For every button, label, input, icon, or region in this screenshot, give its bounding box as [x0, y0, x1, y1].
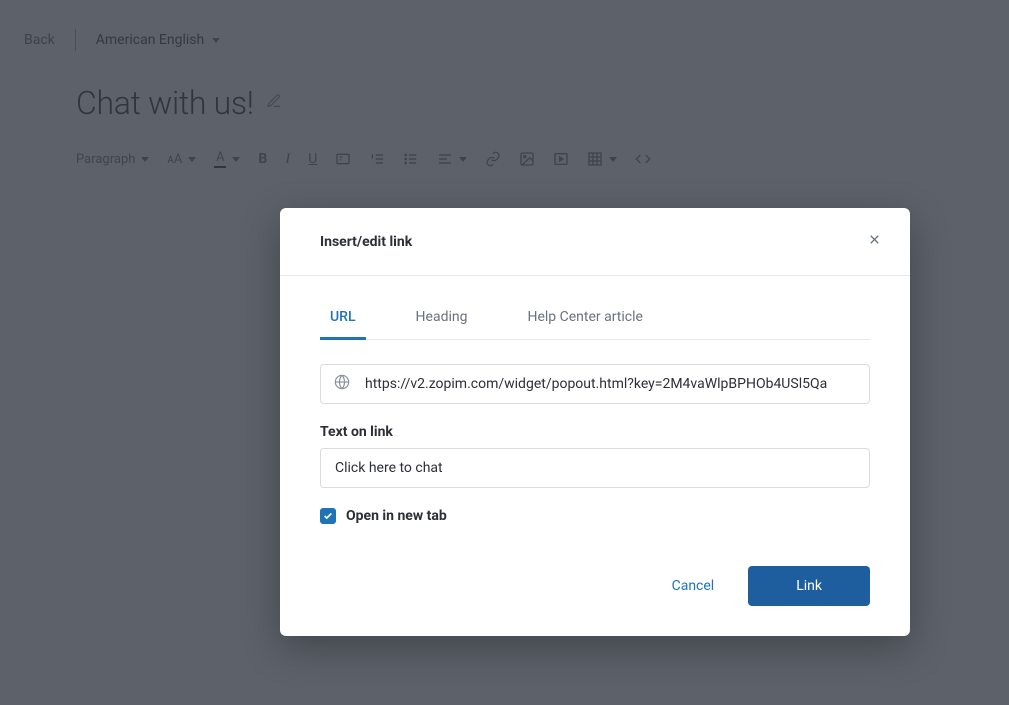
check-icon	[323, 511, 333, 521]
text-on-link-input[interactable]	[320, 448, 870, 488]
modal-tabs: URL Heading Help Center article	[320, 300, 870, 340]
insert-link-modal: Insert/edit link URL Heading Help Center…	[280, 208, 910, 636]
close-icon	[867, 232, 882, 247]
open-new-tab-checkbox[interactable]	[320, 508, 336, 524]
link-submit-button[interactable]: Link	[748, 566, 870, 606]
text-on-link-label: Text on link	[320, 424, 870, 440]
close-button[interactable]	[863, 228, 886, 255]
tab-help-center-article[interactable]: Help Center article	[517, 301, 652, 340]
open-new-tab-label: Open in new tab	[346, 508, 447, 524]
globe-icon	[334, 374, 350, 394]
cancel-button[interactable]: Cancel	[658, 568, 729, 604]
modal-title: Insert/edit link	[320, 234, 412, 250]
tab-heading[interactable]: Heading	[406, 301, 478, 340]
tab-url[interactable]: URL	[320, 301, 366, 340]
url-input[interactable]	[320, 364, 870, 404]
